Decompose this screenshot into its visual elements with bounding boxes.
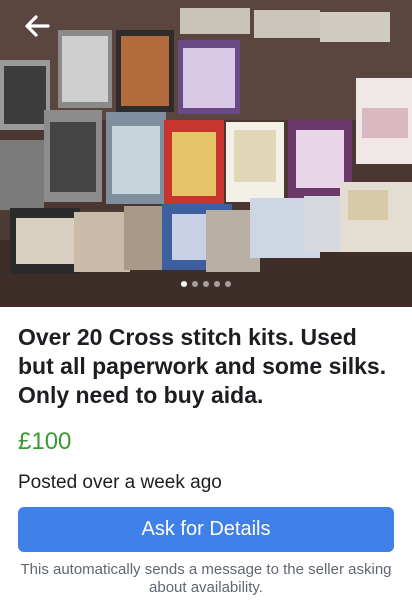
pager-dot[interactable] bbox=[192, 281, 198, 287]
ask-for-details-button[interactable]: Ask for Details bbox=[18, 507, 394, 552]
posted-time: Posted over a week ago bbox=[18, 472, 222, 493]
pager-dot[interactable] bbox=[203, 281, 209, 287]
photo-pager[interactable] bbox=[0, 281, 412, 291]
listing-photo[interactable] bbox=[0, 0, 412, 307]
pager-dot[interactable] bbox=[214, 281, 220, 287]
pager-dot[interactable] bbox=[225, 281, 231, 287]
listing-price: £100 bbox=[18, 428, 72, 455]
arrow-left-icon bbox=[25, 15, 50, 37]
listing-title: Over 20 Cross stitch kits. Used but all … bbox=[18, 324, 387, 408]
pager-dot[interactable] bbox=[181, 281, 187, 287]
ask-note: This automatically sends a message to th… bbox=[20, 561, 392, 596]
photo-illustration bbox=[0, 0, 412, 307]
back-button[interactable] bbox=[20, 12, 52, 40]
